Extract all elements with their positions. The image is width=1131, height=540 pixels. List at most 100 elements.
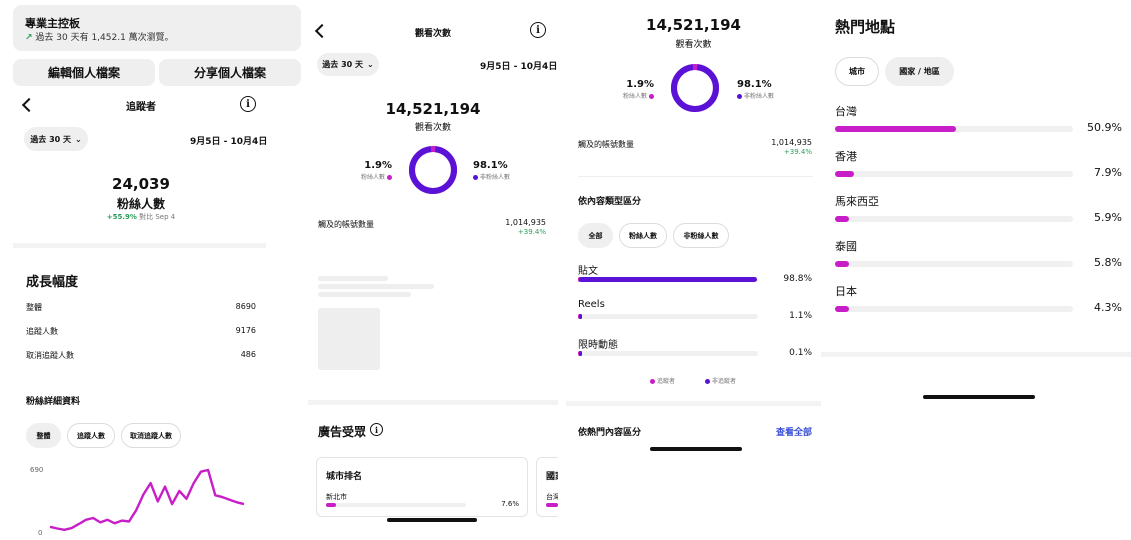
info-icon[interactable]: i xyxy=(240,96,256,112)
card-row-track xyxy=(326,503,466,507)
see-all-link[interactable]: 查看全部 xyxy=(762,425,812,438)
loading-placeholder xyxy=(318,284,434,289)
magenta-dot-icon xyxy=(387,175,392,180)
date-range: 9月5日 - 10月4日 xyxy=(190,137,268,147)
locations-title: 熱門地點 xyxy=(835,18,896,36)
location-value: 50.9% xyxy=(1087,121,1122,134)
period-label: 過去 30 天 xyxy=(322,60,363,69)
content-row-label: Reels xyxy=(578,299,605,310)
purple-dot-icon xyxy=(737,94,742,99)
location-bar-fill xyxy=(835,171,854,177)
edit-profile-button[interactable]: 編輯個人檔案 xyxy=(13,59,155,86)
period-dropdown[interactable]: 過去 30 天 ⌄ xyxy=(317,53,379,76)
followers-pct: 1.9% xyxy=(626,79,654,90)
followers-change-row: +55.9% 對比 Sep 4 xyxy=(0,212,282,222)
non-followers-pct: 98.1% xyxy=(737,79,772,90)
section-divider xyxy=(308,400,558,405)
location-bar-track xyxy=(835,171,1073,177)
views-label: 觀看次數 xyxy=(414,123,451,133)
accounts-label: 觸及的帳號數量 xyxy=(578,140,634,149)
chip-country-region[interactable]: 國家 / 地區 xyxy=(885,57,954,86)
followers-legend: 粉絲人數 xyxy=(338,172,392,181)
followers-line-chart: 690 0 xyxy=(30,466,245,537)
y-tick-label: 690 xyxy=(30,466,43,474)
followers-legend-label: 粉絲人數 xyxy=(360,174,385,181)
card-title: 國家 xyxy=(546,472,558,482)
views-count: 14,521,194 xyxy=(646,16,741,34)
views-count: 14,521,194 xyxy=(385,100,481,118)
growth-title: 成長幅度 xyxy=(26,275,79,290)
location-label: 泰國 xyxy=(835,240,857,253)
location-label: 香港 xyxy=(835,150,857,163)
detail-chip-overall[interactable]: 整體 xyxy=(26,423,61,448)
location-bar-fill xyxy=(835,216,849,222)
card-title: 城市排名 xyxy=(326,472,363,482)
chip-city[interactable]: 城市 xyxy=(835,57,879,86)
section-divider xyxy=(821,352,1131,357)
content-row-label: 限時動態 xyxy=(578,340,618,351)
purple-dot-icon xyxy=(473,175,478,180)
section-divider xyxy=(13,243,266,248)
non-followers-legend: 非粉絲人數 xyxy=(473,172,510,181)
non-followers-legend-label: 非粉絲人數 xyxy=(480,174,511,181)
share-profile-button[interactable]: 分享個人檔案 xyxy=(159,59,301,86)
views-donut xyxy=(671,64,719,112)
views-label: 觀看次數 xyxy=(675,40,712,50)
info-icon[interactable]: i xyxy=(530,22,546,38)
country-ranking-card[interactable]: 國家 台灣 xyxy=(536,457,558,517)
dashboard-subtitle: 過去 30 天有 1,452.1 萬次瀏覽。 xyxy=(35,33,174,43)
location-bar-fill xyxy=(835,126,957,132)
location-bar-track xyxy=(835,261,1073,267)
dashboard-subtitle-row: ↗ 過去 30 天有 1,452.1 萬次瀏覽。 xyxy=(25,30,174,43)
accounts-value: 1,014,935 xyxy=(771,138,812,147)
city-ranking-card[interactable]: 城市排名 新北市 7.6% xyxy=(316,457,528,517)
content-chip-all[interactable]: 全部 xyxy=(578,223,613,248)
growth-row-value: 8690 xyxy=(235,302,256,311)
period-dropdown[interactable]: 過去 30 天 ⌄ xyxy=(24,127,88,151)
followers-legend-label: 粉絲人數 xyxy=(622,93,647,100)
accounts-label: 觸及的帳號數量 xyxy=(318,220,374,229)
accounts-change: +39.4% xyxy=(517,228,546,236)
growth-row-value: 486 xyxy=(240,350,256,359)
accounts-change: +39.4% xyxy=(783,148,812,156)
content-row-track xyxy=(578,351,758,356)
info-icon[interactable]: i xyxy=(370,423,383,436)
legend-followers: 追蹤者 xyxy=(650,376,675,385)
views-donut xyxy=(409,146,457,194)
location-label: 日本 xyxy=(835,285,857,298)
followers-compare: 對比 Sep 4 xyxy=(139,213,176,221)
date-range: 9月5日 - 10月4日 xyxy=(480,62,558,72)
followers-label: 粉絲人數 xyxy=(116,197,165,211)
card-row-value: 7.6% xyxy=(501,500,519,508)
home-indicator xyxy=(650,447,742,451)
panel-top-locations: 熱門地點 城市 國家 / 地區 台灣 50.9% 香港 7.9% 馬來西亞 5.9% 泰國 5… xyxy=(821,0,1131,540)
content-row-fill-non-followers xyxy=(579,351,582,356)
loading-placeholder xyxy=(318,292,411,297)
panel-views: 觀看次數 i 過去 30 天 ⌄ 9月5日 - 10月4日 14,521,194… xyxy=(308,0,558,540)
growth-row-value: 9176 xyxy=(235,326,256,335)
content-row-track xyxy=(578,314,758,319)
growth-row-label: 取消追蹤人數 xyxy=(26,351,74,360)
detail-chip-follows[interactable]: 追蹤人數 xyxy=(67,423,115,448)
location-value: 5.8% xyxy=(1094,256,1122,269)
location-bar-track xyxy=(835,306,1073,312)
dashboard-title: 專業主控板 xyxy=(25,17,80,30)
content-chip-followers[interactable]: 粉絲人數 xyxy=(619,223,667,248)
dashboard-card[interactable]: 專業主控板 ↗ 過去 30 天有 1,452.1 萬次瀏覽。 xyxy=(13,5,301,51)
legend-non-followers-label: 非追蹤者 xyxy=(712,378,737,385)
followers-change: +55.9% xyxy=(106,213,137,221)
card-row-label: 台灣 xyxy=(546,493,558,501)
period-label: 過去 30 天 xyxy=(30,134,71,144)
purple-dot-icon xyxy=(705,379,710,384)
home-indicator xyxy=(387,518,477,522)
location-bar-fill xyxy=(835,261,849,267)
detail-chip-unfollows[interactable]: 取消追蹤人數 xyxy=(121,423,181,448)
non-followers-legend: 非粉絲人數 xyxy=(737,91,774,100)
y-tick-label: 0 xyxy=(38,529,42,537)
content-row-label: 貼文 xyxy=(578,266,598,277)
section-divider xyxy=(566,401,821,406)
content-row-value: 0.1% xyxy=(789,348,812,358)
content-type-title: 依內容類型區分 xyxy=(578,197,642,207)
content-chip-non-followers[interactable]: 非粉絲人數 xyxy=(673,223,729,248)
legend-followers-label: 追蹤者 xyxy=(657,378,676,385)
